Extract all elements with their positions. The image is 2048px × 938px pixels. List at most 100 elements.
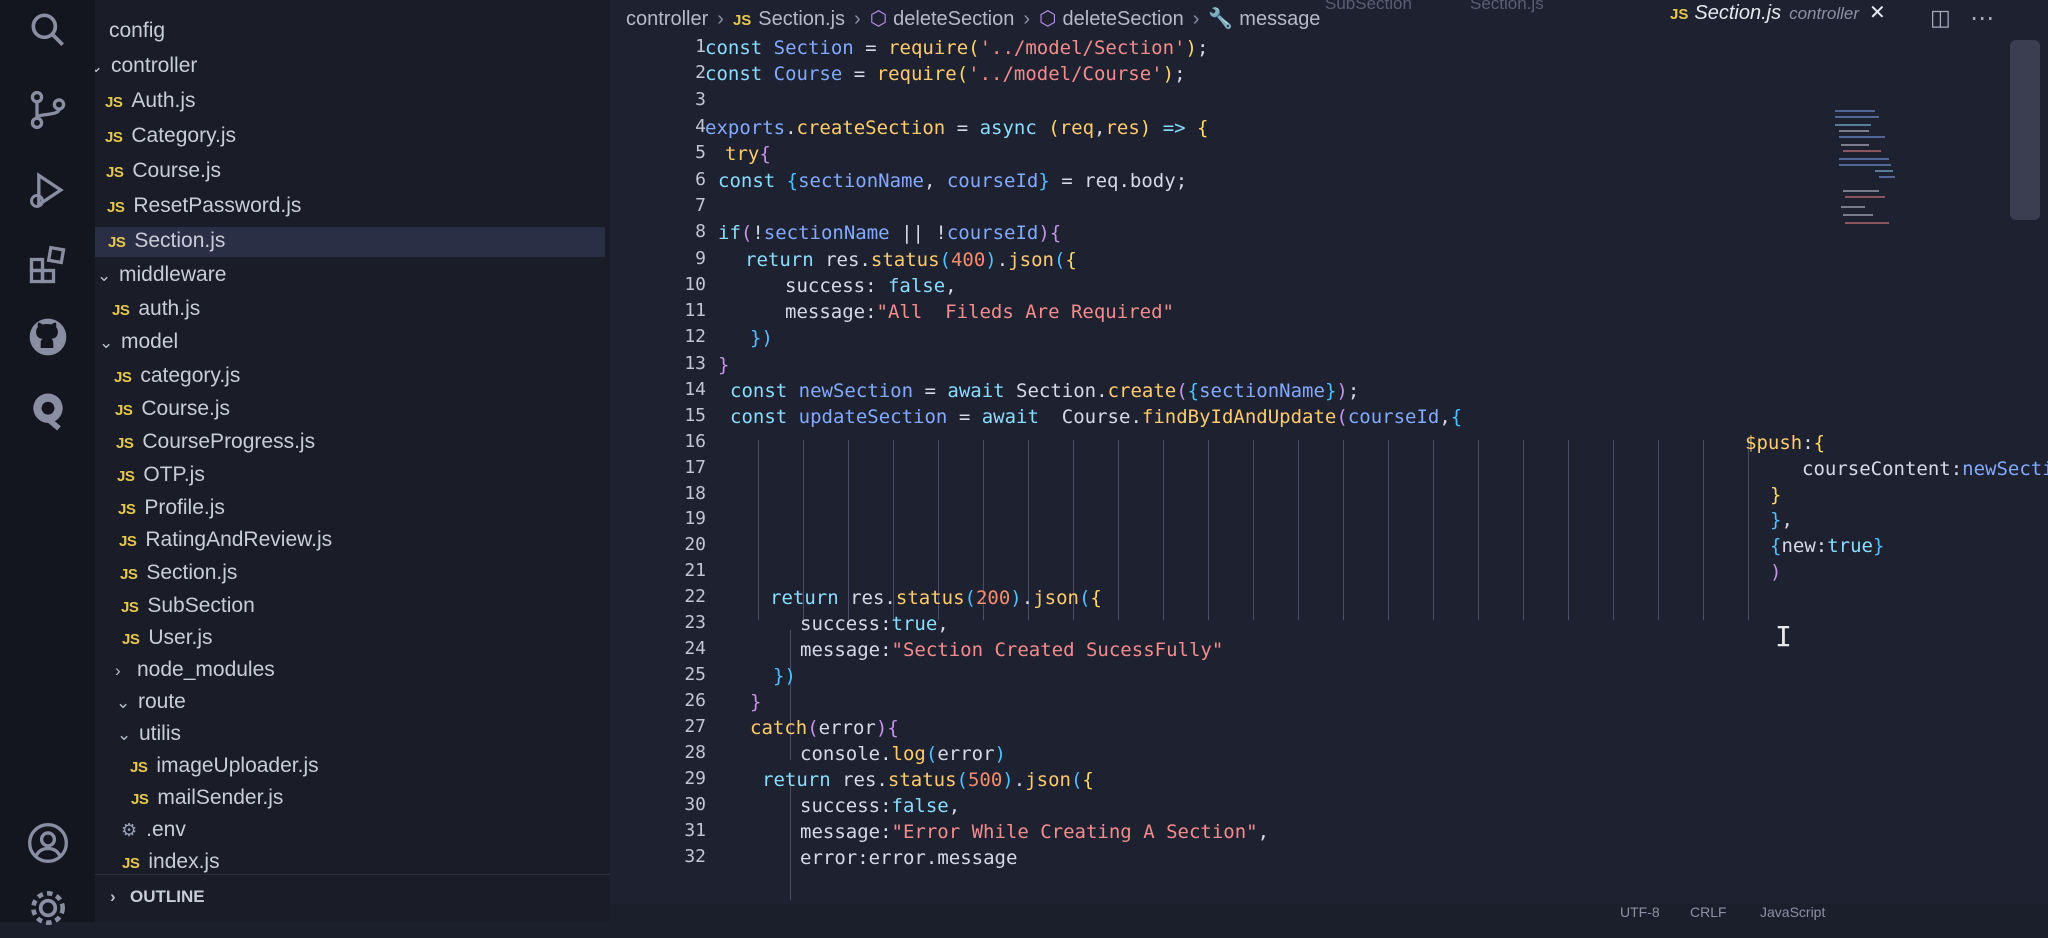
tree-file-user[interactable]: JS User.js	[122, 623, 213, 653]
code-line[interactable]: const newSection = await Section.create(…	[730, 380, 1359, 402]
code-token: req	[1084, 170, 1119, 192]
code-line[interactable]: if(!sectionName || !courseId){	[718, 222, 1061, 244]
tree-file-otp[interactable]: JS OTP.js	[117, 460, 205, 490]
breadcrumb-symbol[interactable]: message	[1239, 8, 1320, 30]
code-token: sectionName	[798, 170, 924, 192]
code-line[interactable]: message:"All Fileds Are Required"	[785, 301, 1174, 323]
tree-folder-utilis[interactable]: ⌄ utilis	[117, 719, 181, 749]
line-number: 8	[695, 221, 706, 242]
search-icon[interactable]	[0, 0, 95, 60]
code-line[interactable]: success:true,	[800, 613, 949, 635]
tab-directory: controller	[1789, 4, 1859, 23]
tree-file-ratingandreview[interactable]: JS RatingAndReview.js	[119, 525, 332, 555]
code-token: res	[842, 769, 877, 791]
code-line[interactable]: $push:{	[1745, 432, 1825, 454]
tree-file-resetpassword[interactable]: JS ResetPassword.js	[107, 191, 301, 221]
tree-file-course[interactable]: JS Course.js	[106, 156, 221, 186]
code-line[interactable]: courseContent:newSection._id,	[1802, 458, 2048, 480]
code-line[interactable]: try{	[725, 143, 771, 165]
tree-folder-model[interactable]: ⌄ model	[99, 327, 178, 357]
code-line[interactable]: const Section = require('../model/Sectio…	[705, 37, 1208, 59]
code-token: json	[1008, 249, 1054, 271]
code-line[interactable]: const Course = require('../model/Course'…	[705, 63, 1186, 85]
tree-file-env[interactable]: ⚙ .env	[121, 815, 186, 845]
run-debug-icon[interactable]	[0, 160, 95, 220]
code-line[interactable]: exports.createSection = async (req,res) …	[705, 117, 1209, 139]
code-token: )	[1139, 117, 1152, 139]
tree-folder-route[interactable]: ⌄ route	[116, 687, 186, 717]
tree-file-section-model[interactable]: JS Section.js	[120, 558, 237, 588]
vertical-scrollbar[interactable]	[2010, 40, 2040, 220]
tree-folder-middleware[interactable]: ⌄ middleware	[97, 260, 226, 290]
code-line[interactable]: })	[773, 665, 796, 687]
account-icon[interactable]	[0, 813, 95, 873]
remote-icon[interactable]	[0, 380, 95, 440]
language-mode[interactable]: JavaScript	[1760, 904, 1825, 920]
tree-file-index[interactable]: JS index.js	[122, 847, 220, 877]
github-icon[interactable]	[0, 307, 95, 367]
extensions-icon[interactable]	[0, 235, 95, 295]
js-file-icon: JS	[112, 302, 130, 319]
tree-file-mailsender[interactable]: JS mailSender.js	[131, 783, 283, 813]
breadcrumb-symbol[interactable]: deleteSection	[893, 8, 1014, 30]
code-line[interactable]: const updateSection = await Course.findB…	[730, 406, 1462, 428]
code-line[interactable]: }	[718, 354, 729, 376]
breadcrumb-folder[interactable]: controller	[626, 8, 708, 30]
breadcrumb-file[interactable]: Section.js	[758, 8, 845, 30]
outline-section[interactable]: › OUTLINE	[95, 874, 610, 922]
code-line[interactable]: const {sectionName, courseId} = req.body…	[718, 170, 1187, 192]
settings-gear-icon[interactable]	[0, 878, 95, 938]
tree-file-imageuploader[interactable]: JS imageUploader.js	[130, 751, 319, 781]
code-token: return	[762, 769, 831, 791]
code-line[interactable]: return res.status(400).json({	[745, 249, 1077, 271]
source-control-icon[interactable]	[0, 80, 95, 140]
code-line[interactable]: message:"Section Created SucessFully"	[800, 639, 1223, 661]
code-line[interactable]: message:"Error While Creating A Section"…	[800, 821, 1269, 843]
code-line[interactable]: success:false,	[800, 795, 960, 817]
code-line[interactable]: error:error.message	[800, 847, 1017, 869]
code-token: req	[1059, 117, 1095, 139]
tree-folder-node-modules[interactable]: › node_modules	[115, 655, 275, 685]
code-line[interactable]: {new:true}	[1770, 535, 1884, 557]
tree-file-section-controller[interactable]: JS Section.js	[108, 226, 225, 256]
encoding-indicator[interactable]: UTF-8	[1620, 904, 1660, 920]
tab-section-controller[interactable]: JS Section.js controller ✕	[1670, 0, 2010, 36]
tree-file-profile[interactable]: JS Profile.js	[118, 493, 225, 523]
breadcrumb-symbol[interactable]: deleteSection	[1063, 8, 1184, 30]
code-token: false	[891, 795, 949, 817]
code-token: new	[1781, 535, 1816, 557]
code-line[interactable]: console.log(error)	[800, 743, 1006, 765]
code-line[interactable]: success: false,	[785, 275, 957, 297]
eol-indicator[interactable]: CRLF	[1690, 904, 1727, 920]
code-line[interactable]: },	[1770, 509, 1793, 531]
js-file-icon: JS	[105, 94, 123, 111]
code-token: =>	[1162, 117, 1186, 139]
js-file-icon: JS	[119, 533, 137, 550]
close-icon[interactable]: ✕	[1869, 2, 1886, 24]
tab-subsection[interactable]: SubSection	[1325, 0, 1412, 14]
code-token: })	[750, 327, 773, 349]
tab-section-model[interactable]: Section.js	[1470, 0, 1544, 14]
tree-file-category-model[interactable]: JS category.js	[114, 361, 240, 391]
split-editor-icon[interactable]: ◫	[1930, 6, 1951, 31]
tree-folder-controller[interactable]: ⌄ controller	[95, 51, 197, 81]
tree-file-authjs[interactable]: JS auth.js	[112, 294, 200, 324]
tree-file-subsection[interactable]: JS SubSection	[121, 591, 255, 621]
js-file-icon: JS	[1670, 6, 1689, 23]
tree-file-category[interactable]: JS Category.js	[105, 121, 236, 151]
code-token: }	[1873, 535, 1885, 557]
line-number: 18	[684, 483, 706, 504]
code-line[interactable]: return res.status(200).json({	[770, 587, 1102, 609]
code-line[interactable]: }	[1770, 484, 1781, 506]
tree-file-course-model[interactable]: JS Course.js	[115, 394, 230, 424]
tree-folder-config[interactable]: ›config	[95, 16, 165, 46]
code-line[interactable]: catch(error){	[750, 717, 899, 739]
minimap[interactable]	[1835, 110, 1895, 310]
code-line[interactable]: }	[750, 691, 761, 713]
code-line[interactable]: return res.status(500).json({	[762, 769, 1094, 791]
tree-file-auth[interactable]: JS Auth.js	[105, 86, 196, 116]
tree-file-courseprogress[interactable]: JS CourseProgress.js	[116, 427, 315, 457]
code-line[interactable]: })	[750, 327, 773, 349]
code-line[interactable]: )	[1770, 561, 1781, 583]
more-actions-icon[interactable]: ⋯	[1970, 4, 1994, 32]
